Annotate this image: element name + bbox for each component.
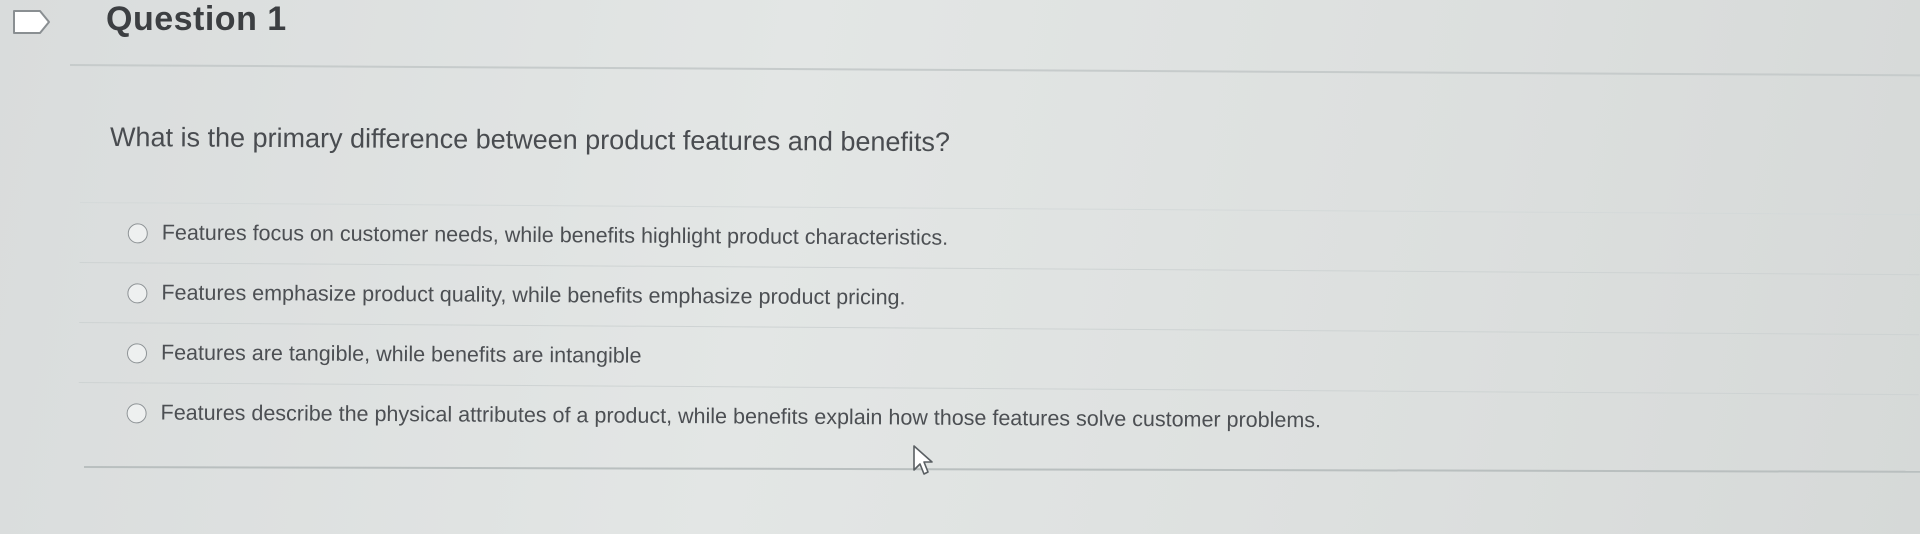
radio-button[interactable] — [126, 402, 147, 423]
radio-button[interactable] — [127, 222, 148, 243]
mouse-pointer-icon — [912, 444, 938, 478]
answer-option-4[interactable]: Features describe the physical attribute… — [78, 381, 1919, 455]
radio-button[interactable] — [126, 342, 148, 363]
answer-option-label[interactable]: Features are tangible, while benefits ar… — [161, 341, 642, 369]
answer-option-label[interactable]: Features describe the physical attribute… — [161, 401, 1322, 434]
answer-option-label[interactable]: Features focus on customer needs, while … — [162, 221, 949, 251]
header-divider — [69, 64, 1920, 77]
bottom-divider — [83, 466, 1920, 473]
question-text: What is the primary difference between p… — [109, 122, 951, 158]
answer-options: Features focus on customer needs, while … — [78, 202, 1920, 455]
radio-button[interactable] — [127, 282, 148, 303]
flag-question-icon[interactable] — [12, 8, 52, 36]
answer-option-label[interactable]: Features emphasize product quality, whil… — [161, 281, 905, 311]
question-header: Question 1 — [106, 0, 287, 38]
